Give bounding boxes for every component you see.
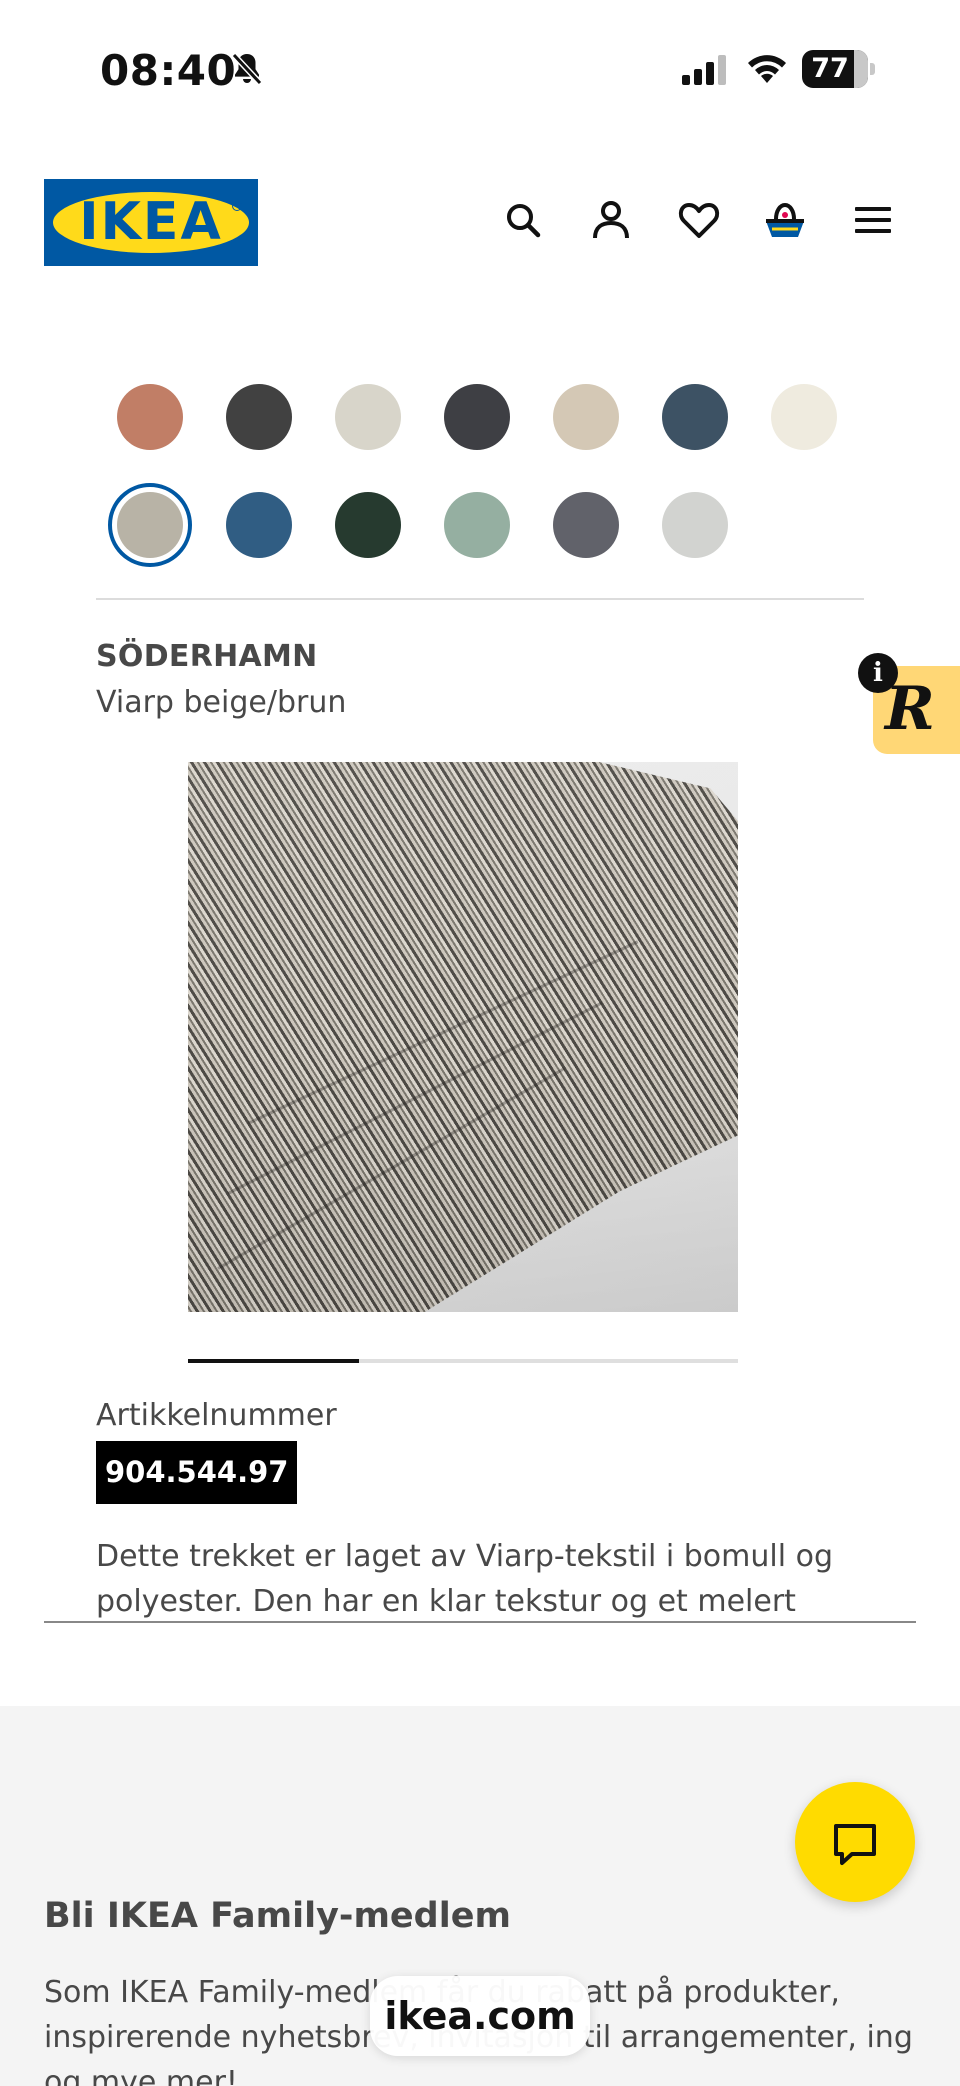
signal-icon	[682, 55, 726, 85]
browser-url[interactable]: ikea.com	[370, 1976, 590, 2056]
wifi-icon	[748, 55, 786, 83]
color-swatch[interactable]	[335, 492, 401, 558]
status-bar: 08:40 77	[0, 0, 960, 140]
chat-icon	[834, 1824, 876, 1865]
article-number: 904.544.97	[96, 1441, 298, 1504]
color-swatch[interactable]	[108, 483, 192, 567]
divider	[96, 598, 864, 600]
info-icon[interactable]: i	[858, 653, 898, 693]
product-description: Dette trekket er laget av Viarp-tekstil …	[96, 1539, 834, 1619]
chat-button[interactable]	[795, 1782, 915, 1902]
logo-text: IKEA	[79, 192, 223, 252]
color-swatch[interactable]	[226, 384, 292, 450]
heart-icon[interactable]	[676, 197, 722, 243]
article-number-label: Artikkelnummer	[96, 1398, 337, 1433]
color-swatch[interactable]	[444, 492, 510, 558]
search-icon[interactable]	[500, 197, 546, 243]
image-carousel-progress	[188, 1359, 738, 1363]
battery-level: 77	[811, 53, 849, 84]
color-swatch[interactable]	[553, 492, 619, 558]
status-time: 08:40	[100, 46, 237, 95]
family-title: Bli IKEA Family-medlem	[44, 1896, 511, 1936]
carousel-progress-fill	[188, 1359, 359, 1363]
color-swatch[interactable]	[335, 384, 401, 450]
account-icon[interactable]	[588, 197, 634, 243]
product-image[interactable]	[188, 762, 738, 1312]
color-swatch[interactable]	[117, 384, 183, 450]
color-swatch[interactable]	[662, 384, 728, 450]
ikea-logo[interactable]: IKEA ®	[44, 179, 258, 266]
cart-icon[interactable]	[762, 197, 808, 243]
color-swatch[interactable]	[444, 384, 510, 450]
menu-icon[interactable]	[850, 197, 896, 243]
product-variant: Viarp beige/brun	[96, 685, 347, 720]
color-swatch[interactable]	[771, 384, 837, 450]
description-divider	[44, 1621, 916, 1623]
registered-mark: ®	[232, 201, 242, 211]
color-swatch[interactable]	[226, 492, 292, 558]
bell-slash-icon	[231, 52, 263, 86]
color-swatch[interactable]	[662, 492, 728, 558]
battery-icon: 77	[802, 50, 876, 88]
product-name: SÖDERHAMN	[96, 639, 318, 674]
color-swatch[interactable]	[553, 384, 619, 450]
